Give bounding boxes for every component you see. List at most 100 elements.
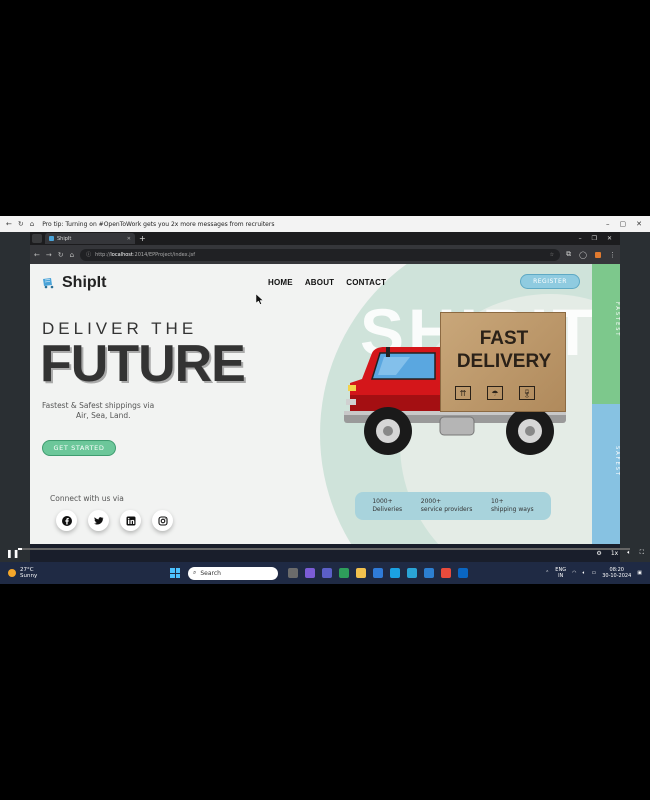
twitter-link[interactable] — [88, 510, 109, 531]
linkedin-app-icon[interactable] — [458, 568, 468, 578]
pause-icon[interactable]: ❚❚ — [6, 549, 19, 558]
maximize-icon[interactable]: ▢ — [620, 220, 627, 228]
settings-icon[interactable]: ⚙ — [596, 550, 601, 557]
twitter-icon — [93, 516, 103, 524]
reload-button-icon[interactable]: ↻ — [58, 251, 64, 259]
tab-close-icon[interactable]: ✕ — [127, 236, 131, 242]
telegram-icon[interactable] — [407, 568, 417, 578]
reload-icon[interactable]: ↻ — [18, 220, 24, 228]
wifi-icon[interactable]: ◠ — [572, 570, 576, 576]
video-controls-right: ⚙ 1x 🔈︎ ⛶ — [596, 549, 644, 557]
taskbar-clock[interactable]: 08:20 30-10-2024 — [602, 567, 631, 579]
taskbar-search[interactable]: ⌕ Search — [188, 566, 278, 580]
instagram-icon — [157, 515, 168, 526]
home-button-icon[interactable]: ⌂ — [70, 251, 74, 259]
store-icon[interactable] — [373, 568, 383, 578]
notification-icon[interactable]: ▣ — [637, 570, 642, 576]
pro-tip-text: Pro tip: Turning on #OpenToWork gets you… — [42, 220, 275, 228]
copilot-icon[interactable] — [305, 568, 315, 578]
stats-strip: 1000+ Deliveries 2000+ service providers… — [355, 492, 551, 520]
site-info-icon[interactable]: ⓘ — [86, 251, 91, 258]
side-tab-safest[interactable]: SAFEST — [592, 404, 620, 544]
search-icon: ⌕ — [193, 569, 197, 576]
teams-icon[interactable] — [322, 568, 332, 578]
tagline-line-1: Fastest & Safest shippings via — [42, 401, 155, 410]
nav-about[interactable]: ABOUT — [305, 278, 334, 287]
address-bar[interactable]: ⓘ http://localhost:2014/EPProject/index.… — [80, 248, 561, 261]
extensions-icon[interactable]: ⧉ — [566, 250, 571, 259]
edge-icon[interactable] — [339, 568, 349, 578]
facebook-icon — [61, 515, 72, 526]
speaker-icon[interactable]: 🔈︎ — [582, 570, 585, 576]
chrome-icon[interactable] — [441, 568, 451, 578]
battery-icon[interactable]: ▭ — [591, 570, 596, 576]
site-logo[interactable]: ShipIt — [42, 274, 106, 292]
nav-contact[interactable]: CONTACT — [346, 278, 386, 287]
side-tab-fastest-label: FASTEST — [614, 302, 620, 338]
bookmark-star-icon[interactable]: ☆ — [550, 252, 554, 258]
start-button-icon[interactable] — [170, 568, 180, 578]
cargo-box-line-2: DELIVERY — [456, 351, 552, 372]
webpage-viewport: ShipIt HOME ABOUT CONTACT REGISTER SHIPI… — [30, 264, 620, 544]
tab-search-icon[interactable] — [32, 234, 42, 243]
headline-main: FUTURE — [40, 335, 246, 393]
minimize-icon[interactable]: – — [606, 220, 610, 228]
clock-date: 30-10-2024 — [602, 573, 632, 579]
new-tab-icon[interactable]: + — [139, 234, 146, 243]
stat-label: shipping ways — [490, 506, 534, 513]
stat-service-providers: 2000+ service providers — [421, 498, 473, 514]
taskbar-apps — [288, 568, 468, 578]
cargo-box-line-1: FAST — [479, 328, 529, 349]
cargo-box-text: FAST DELIVERY — [441, 327, 567, 373]
menu-kebab-icon[interactable]: ⋮ — [609, 251, 616, 259]
video-controls: ❚❚ ⚙ 1x 🔈︎ ⛶ — [0, 544, 650, 562]
inner-close-icon[interactable]: ✕ — [607, 235, 612, 242]
toolbar-right: ⧉ ◯ ⋮ — [566, 250, 616, 259]
back-arrow-icon[interactable]: ← — [34, 251, 40, 259]
tagline: Fastest & Safest shippings via Air, Sea,… — [42, 401, 172, 421]
url-host: localhost — [110, 251, 133, 258]
profile-icon[interactable]: ◯ — [579, 251, 587, 259]
vscode-icon[interactable] — [424, 568, 434, 578]
tray-overflow-icon[interactable]: ⌃ — [545, 570, 549, 576]
side-tab-safest-label: SAFEST — [614, 446, 620, 477]
tab-shipit[interactable]: ShipIt ✕ — [45, 233, 135, 244]
get-started-button[interactable]: GET STARTED — [42, 440, 116, 456]
tagline-line-2: Air, Sea, Land. — [76, 411, 131, 420]
extension-badge-icon[interactable] — [595, 251, 601, 258]
umbrella-icon: ☂ — [487, 386, 503, 400]
volume-icon[interactable]: 🔈︎ — [627, 549, 631, 557]
playback-speed[interactable]: 1x — [611, 550, 618, 557]
cargo-box: FAST DELIVERY ⇈ ☂ 🍷︎ — [440, 312, 566, 412]
register-button[interactable]: REGISTER — [520, 274, 580, 289]
input-language[interactable]: ENG IN — [555, 567, 566, 579]
video-player[interactable]: ShipIt ✕ + – ❐ ✕ ← → ↻ ⌂ ⓘ http://localh… — [0, 232, 650, 562]
url-path: :2014/EPProject/index.jsf — [132, 251, 195, 258]
linkedin-link[interactable] — [120, 510, 141, 531]
close-icon[interactable]: ✕ — [636, 220, 642, 228]
inner-window-controls: – ❐ ✕ — [579, 235, 620, 242]
file-explorer-icon[interactable] — [356, 568, 366, 578]
back-icon[interactable]: ← — [6, 220, 12, 228]
inner-restore-icon[interactable]: ❐ — [592, 235, 597, 242]
stat-label: service providers — [420, 506, 473, 513]
inner-browser-window: ShipIt ✕ + – ❐ ✕ ← → ↻ ⌂ ⓘ http://localh… — [30, 232, 620, 562]
linkedin-icon — [126, 516, 135, 525]
main-nav: HOME ABOUT CONTACT — [268, 278, 386, 287]
forward-arrow-icon[interactable]: → — [46, 251, 52, 259]
weather-widget[interactable]: 27°C Sunny — [0, 567, 160, 579]
instagram-link[interactable] — [152, 510, 173, 531]
app-icon-1[interactable] — [390, 568, 400, 578]
facebook-link[interactable] — [56, 510, 77, 531]
nav-home[interactable]: HOME — [268, 278, 293, 287]
side-tab-fastest[interactable]: FASTEST — [592, 264, 620, 404]
favicon-icon — [49, 236, 54, 241]
delivery-truck-illustration: FAST DELIVERY ⇈ ☂ 🍷︎ — [340, 309, 570, 469]
logo-text: ShipIt — [62, 274, 107, 291]
stat-label: Deliveries — [372, 506, 403, 513]
fullscreen-icon[interactable]: ⛶ — [640, 549, 644, 557]
task-view-icon[interactable] — [288, 568, 298, 578]
inner-minimize-icon[interactable]: – — [579, 235, 582, 242]
this-side-up-icon: ⇈ — [455, 386, 471, 400]
home-icon[interactable]: ⌂ — [30, 220, 34, 228]
